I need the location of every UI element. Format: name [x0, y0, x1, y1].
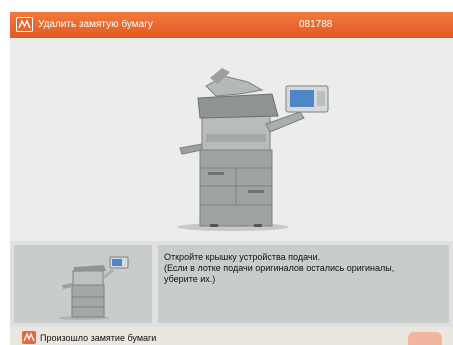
title-bar: Удалить замятую бумагу 081788	[10, 12, 453, 38]
copier-illustration	[177, 68, 329, 231]
instruction-line-2: (Если в лотке подачи оригиналов остались…	[164, 263, 395, 273]
status-monitor-button[interactable]	[408, 332, 442, 345]
main-illustration-area	[10, 38, 453, 241]
copier-thumbnail-icon	[58, 256, 129, 320]
error-code: 081788	[299, 19, 333, 30]
thumbnail-box	[14, 245, 152, 323]
paper-jam-status-icon	[22, 331, 36, 344]
device-screen: Удалить замятую бумагу 081788 Откройте к…	[10, 12, 453, 345]
instruction-line-1: Откройте крышку устройства подачи.	[164, 252, 321, 262]
status-bar: Произошло замятие бумаги	[10, 327, 453, 345]
instruction-box: Откройте крышку устройства подачи. (Если…	[158, 245, 449, 323]
instruction-panel: Откройте крышку устройства подачи. (Если…	[10, 241, 453, 327]
status-message: Произошло замятие бумаги	[40, 333, 157, 343]
instruction-line-3: уберите их.)	[164, 274, 216, 284]
instruction-text: Откройте крышку устройства подачи. (Если…	[164, 252, 444, 285]
title-text: Удалить замятую бумагу	[38, 19, 153, 30]
paper-jam-warning-icon	[16, 17, 33, 32]
